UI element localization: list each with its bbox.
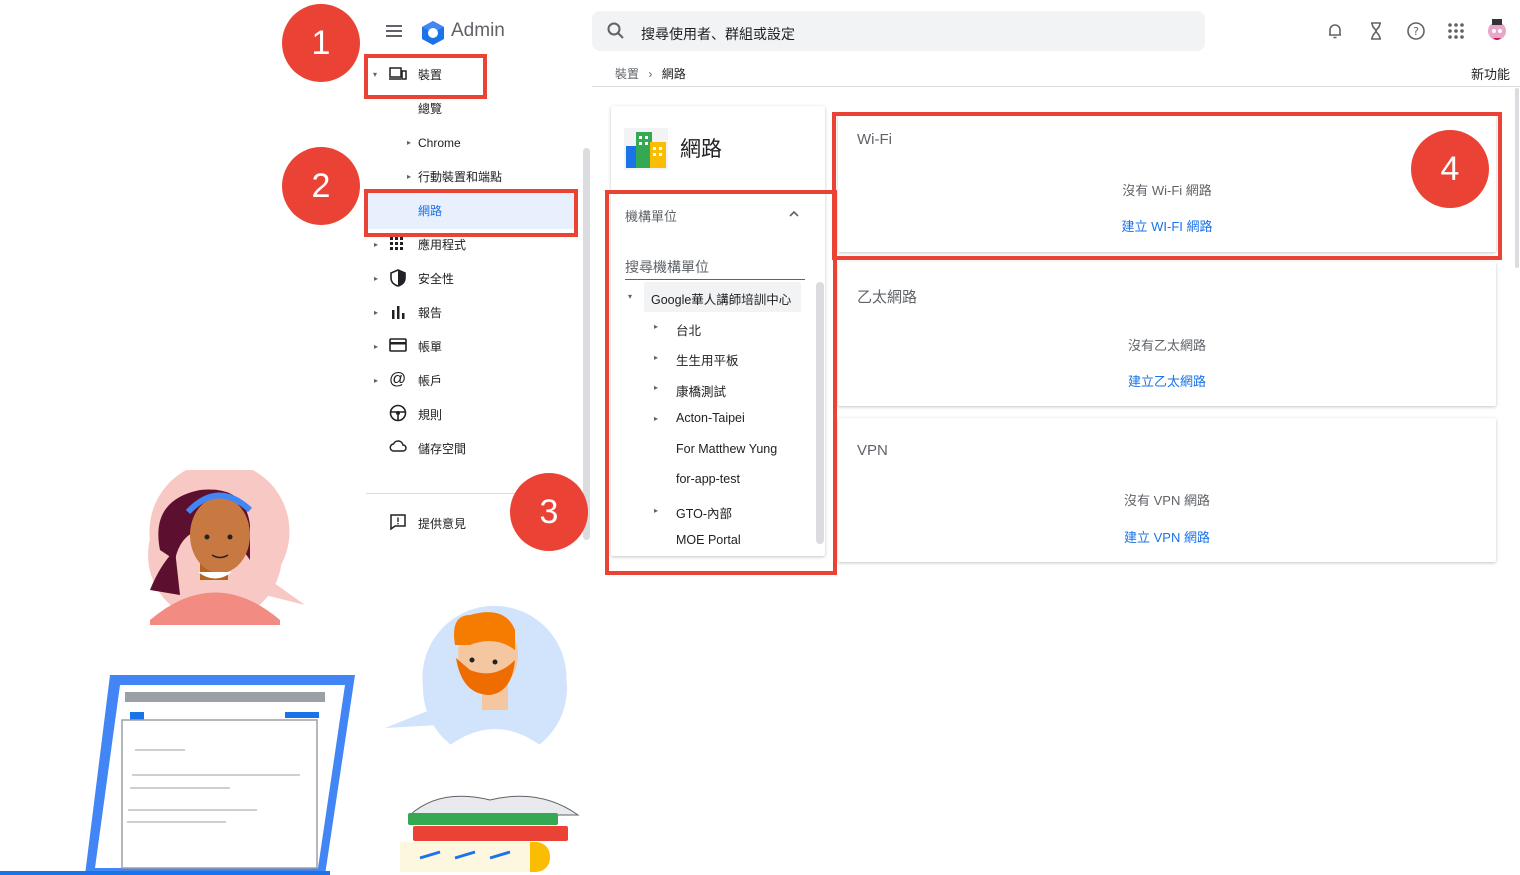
apps-icon <box>389 236 407 254</box>
help-icon[interactable]: ? <box>1406 21 1426 41</box>
breadcrumb-separator: › <box>648 67 653 81</box>
page-scrollbar[interactable] <box>1515 88 1519 268</box>
annotation-badge-4: 4 <box>1411 130 1489 208</box>
whats-new-link[interactable]: 新功能 <box>1471 64 1510 83</box>
card-empty-state: 沒有乙太網路 <box>1127 338 1206 353</box>
card-empty-state: 沒有 VPN 網路 <box>1124 493 1210 508</box>
expand-arrow-icon[interactable]: ▸ <box>374 308 378 317</box>
sidebar-item-billing[interactable]: 帳單 <box>418 337 442 357</box>
search-icon[interactable] <box>606 21 626 41</box>
cloud-icon <box>389 439 407 457</box>
card-title: VPN <box>857 442 888 459</box>
page-title: 網路 <box>680 138 722 161</box>
sidebar-item-account[interactable]: 帳戶 <box>418 371 442 391</box>
sidebar-item-apps[interactable]: 應用程式 <box>418 235 466 255</box>
annotation-box-3 <box>605 190 837 575</box>
app-title: Admin <box>451 20 505 41</box>
header-divider <box>592 86 1520 87</box>
expand-arrow-icon[interactable]: ▸ <box>374 376 378 385</box>
bar-chart-icon <box>391 304 409 322</box>
credit-card-icon <box>389 338 407 356</box>
sidebar-item-overview[interactable]: 總覽 <box>418 99 442 119</box>
create-vpn-button[interactable]: 建立 VPN 網路 <box>838 527 1496 546</box>
annotation-box-2 <box>364 189 578 237</box>
at-sign-icon: @ <box>389 369 407 388</box>
bell-icon[interactable] <box>1325 21 1345 41</box>
expand-arrow-icon[interactable]: ▸ <box>407 172 411 181</box>
sidebar-item-security[interactable]: 安全性 <box>418 269 454 289</box>
annotation-box-1 <box>364 54 487 99</box>
expand-arrow-icon[interactable]: ▸ <box>374 240 378 249</box>
steering-icon <box>389 404 407 422</box>
annotation-box-4 <box>832 112 1502 260</box>
card-title: 乙太網路 <box>857 289 918 306</box>
sidebar-item-storage[interactable]: 儲存空間 <box>418 439 466 459</box>
decorative-illustration <box>0 470 580 875</box>
avatar[interactable] <box>1484 15 1510 45</box>
sidebar-item-mobile-endpoints[interactable]: 行動裝置和端點 <box>418 167 502 187</box>
network-buildings-icon <box>624 128 668 170</box>
breadcrumb-parent[interactable]: 裝置 <box>615 67 639 81</box>
hourglass-icon[interactable] <box>1366 21 1386 41</box>
create-ethernet-button[interactable]: 建立乙太網路 <box>838 371 1496 390</box>
annotation-badge-1: 1 <box>282 4 360 82</box>
sidebar-item-reports[interactable]: 報告 <box>418 303 442 323</box>
search-input[interactable]: 搜尋使用者、群組或設定 <box>641 24 795 44</box>
expand-arrow-icon[interactable]: ▸ <box>374 342 378 351</box>
svg-text:?: ? <box>1413 25 1419 38</box>
shield-icon <box>390 269 408 287</box>
breadcrumb: 裝置 › 網路 <box>615 65 686 82</box>
breadcrumb-current: 網路 <box>661 67 686 81</box>
sidebar-item-rules[interactable]: 規則 <box>418 405 442 425</box>
apps-grid-icon[interactable] <box>1446 21 1466 41</box>
expand-arrow-icon[interactable]: ▸ <box>374 274 378 283</box>
admin-logo-icon <box>420 20 446 46</box>
sidebar-item-chrome[interactable]: Chrome <box>418 133 461 153</box>
annotation-badge-2: 2 <box>282 147 360 225</box>
expand-arrow-icon[interactable]: ▸ <box>407 138 411 147</box>
main-menu-icon[interactable] <box>386 22 406 40</box>
